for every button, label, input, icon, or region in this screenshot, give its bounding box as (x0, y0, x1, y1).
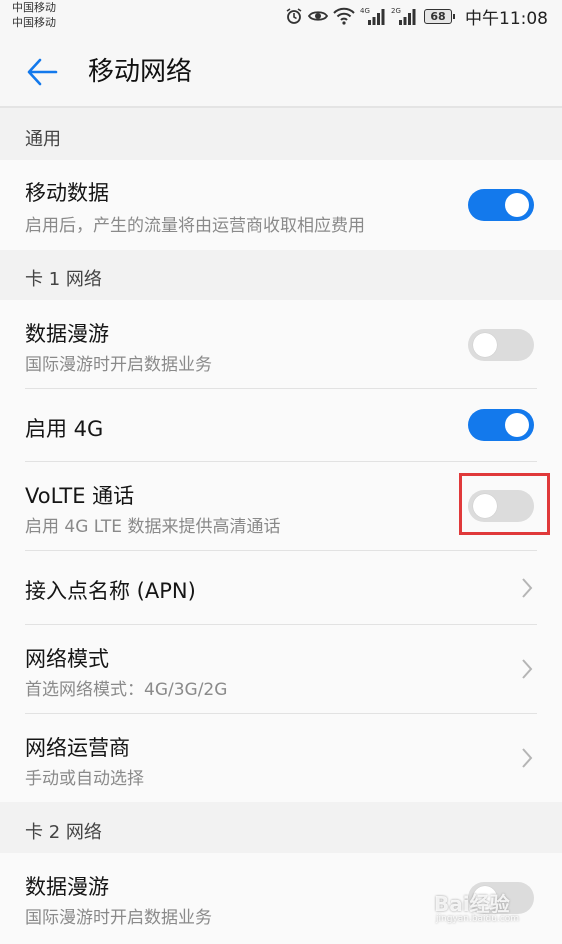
operator-title: 网络运营商 (25, 736, 130, 760)
signal-2-label: 2G (391, 7, 401, 15)
toggle-knob (505, 413, 529, 437)
apn-title: 接入点名称 (APN) (25, 579, 196, 603)
card2-roaming-subtitle: 国际漫游时开启数据业务 (25, 908, 212, 928)
back-button[interactable] (24, 54, 60, 90)
mobile-data-title: 移动数据 (25, 181, 109, 205)
eye-icon (308, 8, 328, 24)
arrow-left-icon (27, 58, 58, 86)
operator-subtitle: 手动或自动选择 (25, 769, 144, 789)
chevron-right-icon (520, 576, 534, 600)
group-card1: 数据漫游 国际漫游时开启数据业务 启用 4G VoLTE 通话 启用 4G LT… (0, 300, 562, 802)
wifi-icon (333, 7, 355, 25)
volte-title: VoLTE 通话 (25, 484, 135, 508)
card1-roaming-row[interactable]: 数据漫游 国际漫游时开启数据业务 (0, 300, 562, 388)
group-general: 移动数据 启用后，产生的流量将由运营商收取相应费用 (0, 160, 562, 250)
enable-4g-toggle[interactable] (468, 409, 534, 441)
clock: 中午11:08 (465, 8, 548, 29)
app-bar: 移动网络 (0, 32, 562, 108)
section-header-card2: 卡 2 网络 (25, 822, 102, 843)
toggle-knob (505, 193, 529, 217)
card1-roaming-subtitle: 国际漫游时开启数据业务 (25, 355, 212, 375)
card1-roaming-title: 数据漫游 (25, 322, 109, 346)
enable-4g-title: 启用 4G (25, 417, 104, 441)
signal-1-icon: 4G (360, 6, 386, 26)
carrier-1-label: 中国移动 (12, 1, 56, 14)
signal-1-label: 4G (360, 7, 370, 15)
section-header-general: 通用 (25, 129, 61, 150)
mobile-data-row[interactable]: 移动数据 启用后，产生的流量将由运营商收取相应费用 (0, 160, 562, 250)
network-mode-subtitle: 首选网络模式：4G/3G/2G (25, 680, 228, 700)
battery-icon: 68 (424, 8, 455, 24)
highlight-box (459, 473, 550, 535)
apn-row[interactable]: 接入点名称 (APN) (0, 551, 562, 624)
toggle-knob (473, 333, 497, 357)
network-mode-title: 网络模式 (25, 647, 109, 671)
section-header-card1: 卡 1 网络 (25, 269, 102, 290)
mobile-data-subtitle: 启用后，产生的流量将由运营商收取相应费用 (25, 216, 365, 236)
status-icons: 4G 2G 68 中午11:08 (285, 4, 548, 29)
operator-row[interactable]: 网络运营商 手动或自动选择 (0, 714, 562, 802)
page-title: 移动网络 (88, 57, 193, 87)
watermark-logo: Bai经验 (434, 892, 510, 916)
chevron-right-icon (520, 657, 534, 681)
signal-2-icon: 2G (391, 6, 417, 26)
chevron-right-icon (520, 746, 534, 770)
enable-4g-row[interactable]: 启用 4G (0, 389, 562, 461)
status-bar: 中国移动 中国移动 4G 2G 68 中午11:08 (0, 0, 562, 32)
network-mode-row[interactable]: 网络模式 首选网络模式：4G/3G/2G (0, 625, 562, 713)
card1-roaming-toggle[interactable] (468, 329, 534, 361)
mobile-data-toggle[interactable] (468, 189, 534, 221)
alarm-icon (285, 7, 303, 25)
carrier-2-label: 中国移动 (12, 16, 56, 29)
watermark-url: jingyan.baidu.com (436, 914, 520, 924)
card2-roaming-title: 数据漫游 (25, 875, 109, 899)
volte-subtitle: 启用 4G LTE 数据来提供高清通话 (25, 517, 281, 537)
